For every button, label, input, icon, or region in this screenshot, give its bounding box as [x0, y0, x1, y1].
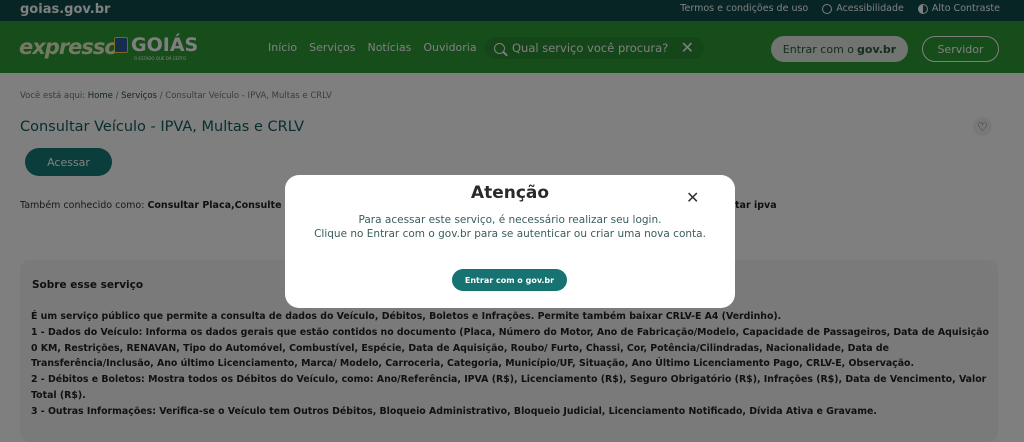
login-modal: Atenção ✕ Para acessar este serviço, é n…	[285, 175, 735, 308]
modal-title: Atenção	[470, 183, 550, 203]
modal-message: Para acessar este serviço, é necessário …	[285, 213, 735, 241]
modal-message-line: Para acessar este serviço, é necessário …	[358, 214, 662, 226]
modal-login-button[interactable]: Entrar com o gov.br	[452, 269, 567, 291]
modal-message-line: Clique no Entrar com o gov.br para se au…	[314, 228, 706, 240]
close-icon[interactable]: ✕	[686, 188, 699, 207]
